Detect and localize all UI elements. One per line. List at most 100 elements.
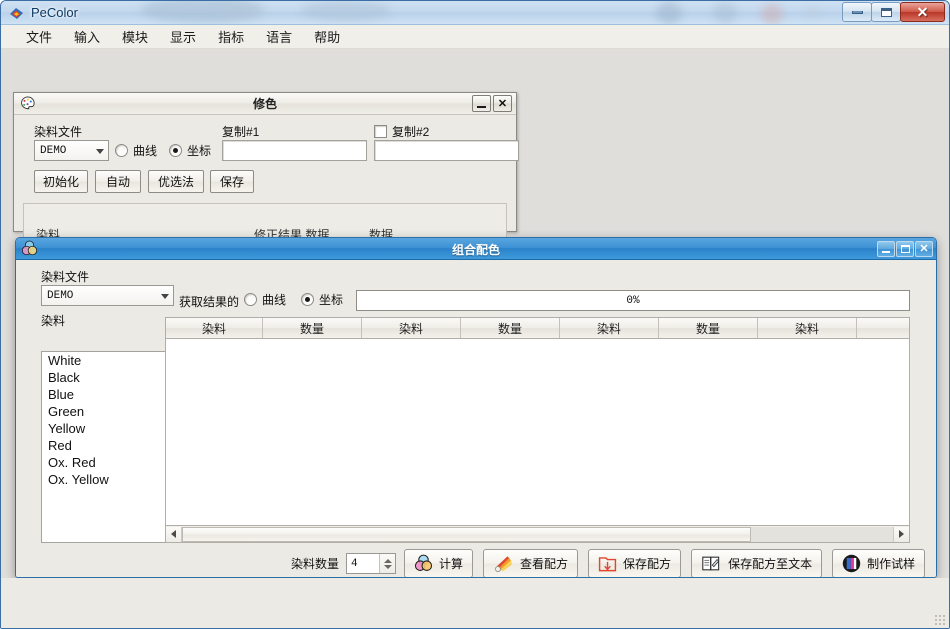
column-header-dye-1[interactable]: 染料 [166,318,263,338]
window-close-button[interactable]: ✕ [900,2,945,22]
combo-dye-file-value: DEMO [47,289,74,302]
spinner-up-icon[interactable] [383,558,392,563]
make-sample-button[interactable]: 制作试样 [832,549,926,577]
save-button[interactable]: 保存 [210,170,254,193]
minimize-icon [851,10,863,14]
progress-value: 0% [626,294,640,307]
combo-radio-coordinate[interactable]: 坐标 [301,291,343,308]
list-item[interactable]: Green [42,403,173,420]
column-header-dye-4[interactable]: 染料 [758,318,857,338]
combo-title: 组合配色 [451,243,500,257]
menu-input[interactable]: 输入 [63,25,111,48]
xiuse-minimize-button[interactable] [472,95,491,112]
list-item[interactable]: Red [42,437,173,454]
radio-dot [169,144,182,157]
optimize-button[interactable]: 优选法 [148,170,204,193]
save-down-icon [598,554,617,573]
init-button[interactable]: 初始化 [34,170,88,193]
list-item[interactable]: Yellow [42,420,173,437]
calculate-button-label: 计算 [439,557,464,571]
combo-radio-curve[interactable]: 曲线 [244,291,286,308]
menu-language[interactable]: 语言 [255,25,303,48]
xiuse-radio-coordinate[interactable]: 坐标 [169,142,211,159]
dye-list[interactable]: White Black Blue Green Yellow Red Ox. Re… [41,351,174,543]
xiuse-copy2-checkbox[interactable]: 复制#2 [374,123,429,140]
view-recipe-button[interactable]: 查看配方 [483,549,579,577]
radio-dot [244,293,257,306]
column-header-partial[interactable] [857,318,909,338]
combo-dye-file-label: 染料文件 [41,270,90,284]
results-table-header: 染料 数量 染料 数量 染料 数量 染料 [165,317,910,339]
main-menu-bar: 文件 输入 模块 显示 指标 语言 帮助 [1,25,949,49]
results-table-body[interactable] [165,339,910,526]
dialog-combination-matching: 组合配色 ✕ 染料文件 DEMO 染料 White Black Blue Gre… [15,237,937,578]
sample-swatch-icon [842,554,861,573]
xiuse-copy2-label: 复制#2 [392,125,430,139]
chevron-left-icon [171,530,176,538]
close-icon: ✕ [919,242,929,255]
scrollbar-thumb[interactable] [182,526,751,542]
xiuse-radio-curve-label: 曲线 [133,144,158,158]
combo-title-bar: 组合配色 ✕ [16,238,936,260]
maximize-icon [880,7,892,17]
column-header-amount-3[interactable]: 数量 [659,318,758,338]
xiuse-copy2-input[interactable] [374,140,519,161]
xiuse-radio-coordinate-label: 坐标 [187,144,212,158]
color-fan-icon [493,554,514,573]
dye-count-value[interactable]: 4 [347,554,379,573]
dye-count-spin-buttons[interactable] [379,554,396,573]
combo-dye-file-select[interactable]: DEMO [41,285,174,306]
list-item[interactable]: Blue [42,386,173,403]
xiuse-title-bar: 修色 ✕ [14,93,516,115]
column-header-amount-2[interactable]: 数量 [461,318,560,338]
menu-index[interactable]: 指标 [207,25,255,48]
list-item[interactable]: Ox. Yellow [42,471,173,488]
dye-count-stepper[interactable]: 4 [346,553,397,574]
radio-dot [115,144,128,157]
menu-help[interactable]: 帮助 [303,25,351,48]
results-table-hscrollbar[interactable] [165,526,910,543]
save-recipe-button-label: 保存配方 [623,557,672,571]
list-item[interactable]: Ox. Red [42,454,173,471]
combo-radio-curve-label: 曲线 [262,293,287,307]
list-item[interactable]: White [42,352,173,369]
xiuse-copy1-input[interactable] [222,140,367,161]
chevron-right-icon [899,530,904,538]
scroll-left-button[interactable] [166,526,182,542]
column-header-dye-3[interactable]: 染料 [560,318,659,338]
combo-result-label: 获取结果的 [179,295,240,309]
dye-count-label: 染料数量 [291,557,340,571]
auto-button[interactable]: 自动 [95,170,141,193]
xiuse-dye-file-label: 染料文件 [34,125,83,139]
save-recipe-button[interactable]: 保存配方 [588,549,682,577]
menu-file[interactable]: 文件 [15,25,63,48]
view-recipe-button-label: 查看配方 [520,557,569,571]
combo-radio-coordinate-label: 坐标 [319,293,344,307]
calculate-button[interactable]: 计算 [404,549,474,577]
combo-minimize-button[interactable] [877,241,895,257]
book-export-icon [701,554,722,573]
list-item[interactable]: Black [42,369,173,386]
scroll-right-button[interactable] [893,526,909,542]
app-title: PeColor [31,5,78,20]
menu-module[interactable]: 模块 [111,25,159,48]
combo-dye-list-label: 染料 [41,314,66,328]
scrollbar-track[interactable] [182,526,893,542]
xiuse-radio-curve[interactable]: 曲线 [115,142,157,159]
xiuse-close-button[interactable]: ✕ [493,95,512,112]
window-minimize-button[interactable] [842,2,872,22]
main-title-bar: PeColor ✕ [1,1,949,25]
combo-close-button[interactable]: ✕ [915,241,933,257]
combo-maximize-button[interactable] [896,241,914,257]
column-header-amount-1[interactable]: 数量 [263,318,362,338]
window-maximize-button[interactable] [871,2,901,22]
menu-display[interactable]: 显示 [159,25,207,48]
save-recipe-text-button[interactable]: 保存配方至文本 [691,549,823,577]
spinner-down-icon[interactable] [383,564,392,569]
xiuse-dye-file-select[interactable]: DEMO [34,140,109,161]
column-header-dye-2[interactable]: 染料 [362,318,461,338]
close-icon: ✕ [916,4,929,20]
minimize-icon [882,250,890,253]
application-window: PeColor ✕ 文件 输入 模块 显示 指标 语言 帮助 修色 ✕ 染料文件… [0,0,950,629]
window-resize-grip[interactable] [934,614,946,626]
